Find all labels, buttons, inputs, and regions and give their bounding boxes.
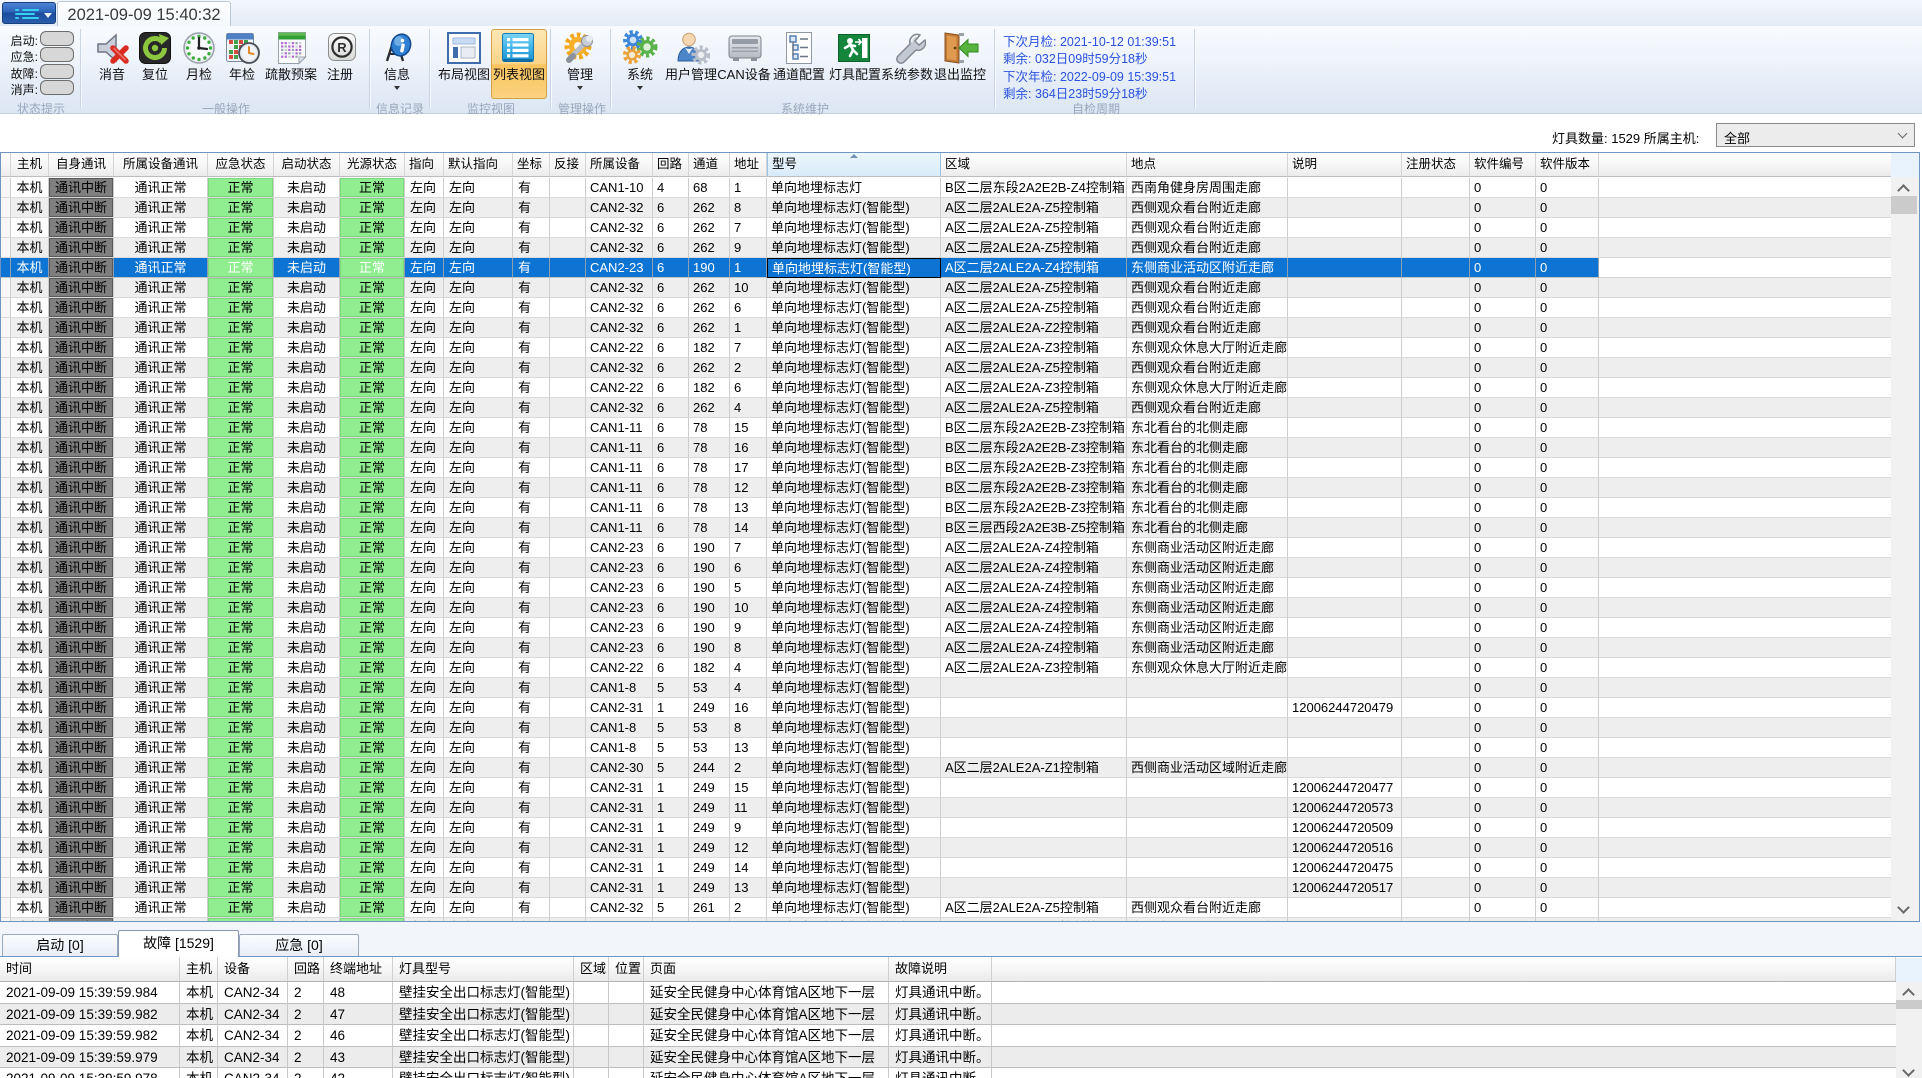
svg-text:R: R [337, 40, 347, 55]
